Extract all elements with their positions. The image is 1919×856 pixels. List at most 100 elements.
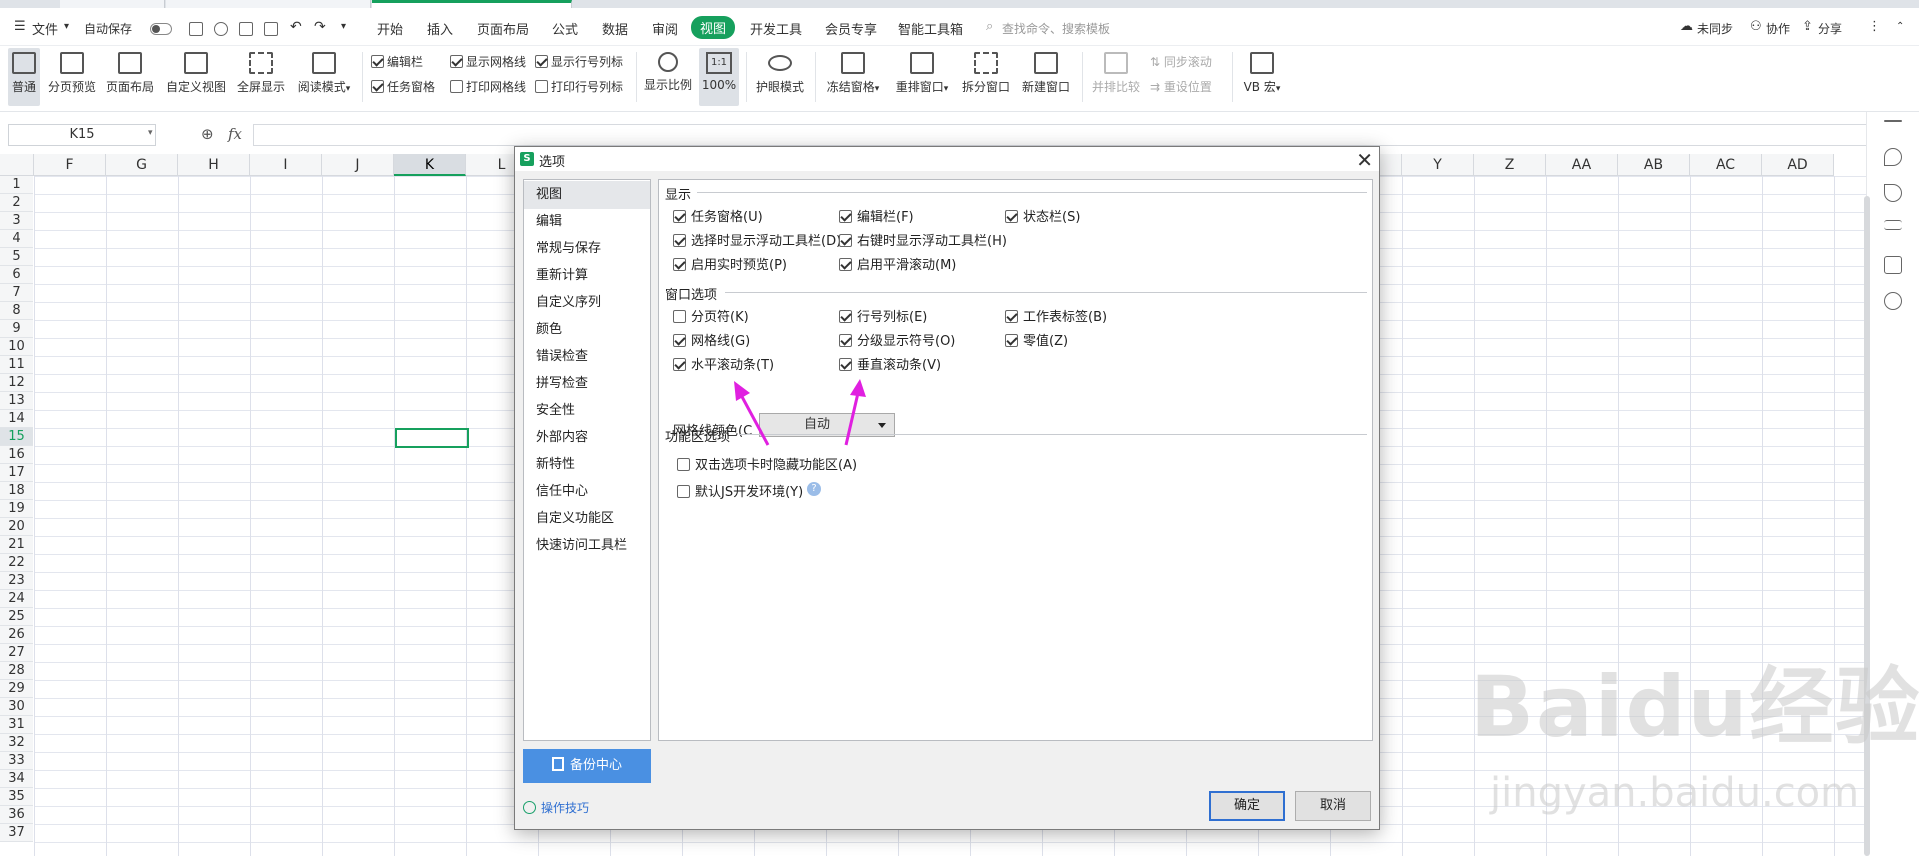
row-header[interactable]: 24 [0, 590, 33, 608]
page-break-preview-button[interactable]: 分页预览 [46, 48, 98, 106]
cancel-button[interactable]: 取消 [1295, 791, 1371, 821]
redo-icon[interactable]: ↷ [314, 19, 326, 35]
share-icon[interactable]: ⇪ [1802, 19, 1813, 34]
option-horizontal-scrollbar[interactable]: 水平滚动条(T) [673, 354, 774, 373]
row-header[interactable]: 16 [0, 446, 33, 464]
nav-item[interactable]: 信任中心 [524, 478, 650, 506]
option-vertical-scrollbar[interactable]: 垂直滚动条(V) [839, 354, 941, 373]
more-icon[interactable]: ⋮ [1868, 19, 1881, 34]
option-row-col-headers[interactable]: 行号列标(E) [839, 306, 927, 325]
search-icon[interactable]: ⌕ [986, 19, 993, 34]
row-header[interactable]: 15 [0, 428, 33, 446]
task-pane-checkbox[interactable]: 任务窗格 [371, 78, 435, 95]
row-header[interactable]: 14 [0, 410, 33, 428]
cursor-icon[interactable] [1884, 184, 1902, 202]
column-header[interactable]: F [34, 154, 106, 176]
row-header[interactable]: 8 [0, 302, 33, 320]
reset-position-button[interactable]: ⇉ 重设位置 [1150, 78, 1212, 95]
row-header[interactable]: 12 [0, 374, 33, 392]
row-header[interactable]: 21 [0, 536, 33, 554]
document-tab-active[interactable] [372, 0, 572, 8]
row-header[interactable]: 20 [0, 518, 33, 536]
row-header[interactable]: 10 [0, 338, 33, 356]
option-live-preview[interactable]: 启用实时预览(P) [673, 254, 787, 273]
nav-item[interactable]: 外部内容 [524, 424, 650, 452]
option-outline-symbols[interactable]: 分级显示符号(O) [839, 330, 955, 349]
row-header[interactable]: 3 [0, 212, 33, 230]
tips-link[interactable]: 操作技巧 [523, 799, 589, 816]
show-headings-checkbox[interactable]: 显示行号列标 [535, 53, 623, 70]
tab-developer[interactable]: 开发工具 [750, 19, 802, 38]
column-header[interactable]: G [106, 154, 178, 176]
row-header[interactable]: 6 [0, 266, 33, 284]
sidebar-menu-icon[interactable] [1884, 120, 1902, 122]
nav-item[interactable]: 安全性 [524, 397, 650, 425]
row-header[interactable]: 19 [0, 500, 33, 518]
option-smooth-scroll[interactable]: 启用平滑滚动(M) [839, 254, 956, 273]
row-header[interactable]: 30 [0, 698, 33, 716]
function-icon[interactable]: fx [228, 125, 242, 143]
sync-scroll-button[interactable]: ⇅ 同步滚动 [1150, 53, 1212, 70]
share-button[interactable]: 分享 [1818, 20, 1842, 37]
panel-icon[interactable] [1884, 256, 1902, 274]
row-header[interactable]: 1 [0, 176, 33, 194]
row-header[interactable]: 32 [0, 734, 33, 752]
document-tab[interactable] [166, 0, 371, 8]
ok-button[interactable]: 确定 [1209, 791, 1285, 821]
nav-item[interactable]: 错误检查 [524, 343, 650, 371]
row-header[interactable]: 27 [0, 644, 33, 662]
nav-item[interactable]: 常规与保存 [524, 235, 650, 263]
row-header[interactable]: 7 [0, 284, 33, 302]
page-layout-button[interactable]: 页面布局 [104, 48, 156, 106]
save-icon[interactable] [189, 22, 203, 36]
tab-member[interactable]: 会员专享 [825, 19, 877, 38]
column-header[interactable]: K [394, 154, 466, 176]
row-header[interactable]: 36 [0, 806, 33, 824]
format-painter-icon[interactable] [214, 22, 228, 36]
column-header[interactable]: AA [1546, 154, 1618, 176]
command-search[interactable]: 查找命令、搜索模板 [1002, 20, 1110, 37]
vb-macro-button[interactable]: VB 宏▾ [1240, 48, 1284, 106]
column-header[interactable]: I [250, 154, 322, 176]
row-header[interactable]: 35 [0, 788, 33, 806]
nav-item[interactable]: 颜色 [524, 316, 650, 344]
zoom-button[interactable]: 显示比例 [643, 48, 693, 106]
nav-item[interactable]: 重新计算 [524, 262, 650, 290]
option-hide-ribbon-dblclick[interactable]: 双击选项卡时隐藏功能区(A) [677, 454, 857, 473]
hamburger-menu-icon[interactable]: ☰ [14, 19, 26, 34]
nav-item[interactable]: 快速访问工具栏 [524, 532, 650, 560]
column-header[interactable]: AD [1762, 154, 1834, 176]
nav-item[interactable]: 拼写检查 [524, 370, 650, 398]
row-header[interactable]: 2 [0, 194, 33, 212]
zoom-search-icon[interactable]: ⊕ [201, 125, 214, 143]
row-header[interactable]: 37 [0, 824, 33, 842]
eye-protection-button[interactable]: 护眼模式 [753, 48, 807, 106]
option-status-bar[interactable]: 状态栏(S) [1005, 206, 1080, 225]
row-header[interactable]: 34 [0, 770, 33, 788]
settings-sliders-icon[interactable] [1884, 220, 1902, 230]
tab-smart-toolbox[interactable]: 智能工具箱 [898, 19, 963, 38]
file-menu[interactable]: 文件 [32, 19, 58, 38]
nav-item[interactable]: 视图 [524, 181, 650, 209]
selected-cell[interactable] [395, 428, 469, 448]
print-gridlines-checkbox[interactable]: 打印网格线 [450, 78, 526, 95]
rocket-icon[interactable] [1884, 148, 1902, 166]
full-screen-button[interactable]: 全屏显示 [234, 48, 288, 106]
option-formula-bar[interactable]: 编辑栏(F) [839, 206, 914, 225]
row-header[interactable]: 29 [0, 680, 33, 698]
tab-start[interactable]: 开始 [377, 19, 403, 38]
nav-item[interactable]: 自定义功能区 [524, 505, 650, 533]
row-header[interactable]: 33 [0, 752, 33, 770]
option-float-toolbar-rightclick[interactable]: 右键时显示浮动工具栏(H) [839, 230, 1007, 249]
row-header[interactable]: 22 [0, 554, 33, 572]
row-header[interactable]: 5 [0, 248, 33, 266]
document-tab[interactable] [60, 0, 165, 8]
print-icon[interactable] [239, 22, 253, 36]
backup-center-button[interactable]: 备份中心 [523, 749, 651, 783]
nav-item[interactable]: 自定义序列 [524, 289, 650, 317]
show-gridlines-checkbox[interactable]: 显示网格线 [450, 53, 526, 70]
close-icon[interactable]: ✕ [1356, 148, 1373, 172]
nav-item[interactable]: 新特性 [524, 451, 650, 479]
undo-icon[interactable]: ↶ [290, 19, 302, 35]
print-preview-icon[interactable] [264, 22, 278, 36]
